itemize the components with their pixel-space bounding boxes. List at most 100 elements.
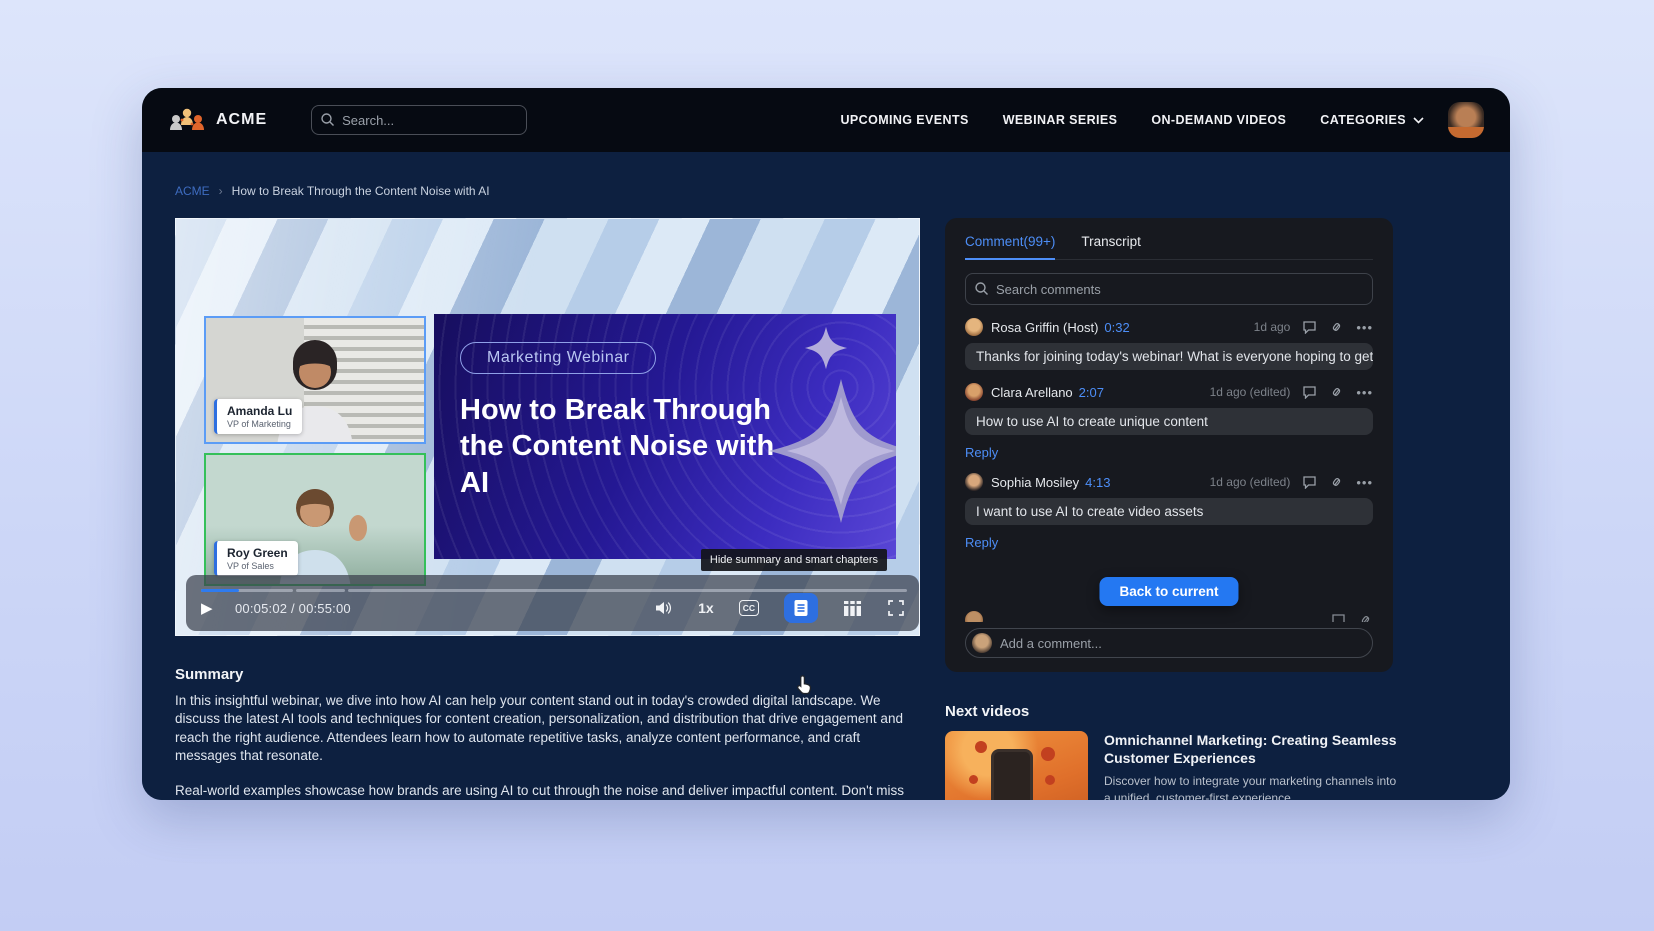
speaker-tile-roy: Roy Green VP of Sales	[204, 453, 426, 586]
reply-bubble-icon[interactable]	[1302, 385, 1317, 399]
tab-comments[interactable]: Comment(99+)	[965, 234, 1055, 260]
tab-transcript[interactable]: Transcript	[1081, 234, 1141, 259]
volume-icon[interactable]	[654, 600, 673, 616]
reply-bubble-icon[interactable]	[1302, 320, 1317, 334]
comment-text: Thanks for joining today's webinar! What…	[965, 343, 1373, 370]
playback-speed-button[interactable]: 1x	[698, 600, 714, 616]
copy-link-icon[interactable]	[1329, 475, 1344, 489]
comment-author: Rosa Griffin (Host)	[991, 320, 1098, 335]
comment-author: Clara Arellano	[991, 385, 1073, 400]
next-video-title[interactable]: Omnichannel Marketing: Creating Seamless…	[1104, 731, 1399, 767]
avatar	[965, 611, 983, 622]
avatar	[965, 383, 983, 401]
chapter-segment[interactable]	[201, 589, 293, 592]
next-video-thumbnail[interactable]	[945, 731, 1088, 800]
fullscreen-icon[interactable]	[887, 599, 905, 617]
search-icon	[320, 112, 335, 127]
reply-link[interactable]: Reply	[965, 445, 1373, 460]
user-avatar[interactable]	[1448, 102, 1484, 138]
comments-search	[965, 273, 1373, 305]
comment-age: 1d ago (edited)	[1210, 475, 1291, 489]
add-comment-input[interactable]	[965, 628, 1373, 658]
comments-panel: Comment(99+) Transcript Rosa Griffin (Ho	[945, 218, 1393, 672]
comment-video-timestamp[interactable]: 4:13	[1085, 475, 1110, 490]
star-decoration-small	[804, 326, 848, 370]
nav-link-on-demand-videos[interactable]: ON-DEMAND VIDEOS	[1151, 113, 1286, 127]
comments-search-input[interactable]	[965, 273, 1373, 305]
app-window: ACME UPCOMING EVENTS WEBINAR SERIES ON-D…	[142, 88, 1510, 800]
more-actions-icon[interactable]: •••	[1356, 320, 1373, 335]
breadcrumb-home-link[interactable]: ACME	[175, 184, 210, 198]
time-display: 00:05:02 / 00:55:00	[235, 601, 351, 616]
chapters-grid-icon[interactable]	[843, 600, 862, 617]
add-comment-box	[965, 628, 1373, 658]
more-actions-icon[interactable]: •••	[1356, 385, 1373, 400]
comment-video-timestamp[interactable]: 2:07	[1079, 385, 1104, 400]
speaker-tile-amanda: Amanda Lu VP of Marketing	[204, 316, 426, 444]
copy-link-icon[interactable]	[1329, 320, 1344, 334]
nav-link-categories-label: CATEGORIES	[1320, 113, 1406, 127]
more-actions-icon[interactable]: •••	[1356, 475, 1373, 490]
summary-paragraph-2: Real-world examples showcase how brands …	[175, 782, 925, 800]
speaker-name: Amanda Lu	[227, 404, 292, 418]
speaker-title: VP of Sales	[227, 561, 288, 571]
page-background: ACME UPCOMING EVENTS WEBINAR SERIES ON-D…	[0, 0, 1654, 931]
summary-toggle-tooltip: Hide summary and smart chapters	[701, 549, 887, 571]
slide-tag: Marketing Webinar	[460, 342, 656, 374]
star-decoration-large	[766, 376, 896, 526]
nav-link-webinar-series[interactable]: WEBINAR SERIES	[1003, 113, 1118, 127]
top-navbar: ACME UPCOMING EVENTS WEBINAR SERIES ON-D…	[142, 88, 1510, 152]
nav-links: UPCOMING EVENTS WEBINAR SERIES ON-DEMAND…	[840, 113, 1424, 127]
progress-bar[interactable]	[201, 589, 907, 592]
comment-video-timestamp[interactable]: 0:32	[1104, 320, 1129, 335]
comment-item: Clara Arellano 2:07 1d ago (edited) ••• …	[965, 383, 1373, 460]
summary-section: Summary In this insightful webinar, we d…	[175, 666, 925, 800]
nav-link-categories[interactable]: CATEGORIES	[1320, 113, 1424, 127]
comment-age: 1d ago (edited)	[1210, 385, 1291, 399]
reply-bubble-icon	[1331, 613, 1346, 622]
main-content: ACME › How to Break Through the Content …	[142, 152, 1510, 800]
comment-text: I want to use AI to create video assets	[965, 498, 1373, 525]
summary-heading: Summary	[175, 666, 925, 683]
summary-paragraph-1: In this insightful webinar, we dive into…	[175, 692, 925, 765]
video-control-bar: ▶ 00:05:02 / 00:55:00 1x CC	[186, 575, 919, 631]
speaker-name-tag: Roy Green VP of Sales	[214, 541, 298, 576]
breadcrumb-separator-icon: ›	[219, 184, 223, 198]
breadcrumb: ACME › How to Break Through the Content …	[175, 184, 490, 198]
speaker-title: VP of Marketing	[227, 419, 292, 429]
brand-name: ACME	[216, 111, 267, 129]
slide-title: How to Break Through the Content Noise w…	[460, 392, 790, 501]
copy-link-icon	[1358, 613, 1373, 622]
video-player[interactable]: Amanda Lu VP of Marketing Roy Green	[175, 218, 920, 636]
back-to-current-button[interactable]: Back to current	[1099, 577, 1238, 606]
comment-item: Sophia Mosiley 4:13 1d ago (edited) ••• …	[965, 473, 1373, 550]
controls-row: ▶ 00:05:02 / 00:55:00 1x CC	[201, 593, 905, 623]
next-video-card[interactable]: Omnichannel Marketing: Creating Seamless…	[945, 731, 1399, 800]
comment-text: How to use AI to create unique content	[965, 408, 1373, 435]
nav-search	[311, 105, 527, 135]
reply-link[interactable]: Reply	[965, 535, 1373, 550]
panel-tabs: Comment(99+) Transcript	[965, 234, 1373, 260]
search-input[interactable]	[311, 105, 527, 135]
progress-fill	[201, 589, 239, 592]
comment-author: Sophia Mosiley	[991, 475, 1079, 490]
next-videos-heading: Next videos	[945, 703, 1029, 720]
avatar	[965, 318, 983, 336]
nav-link-upcoming-events[interactable]: UPCOMING EVENTS	[840, 113, 968, 127]
summary-list-icon	[793, 599, 809, 617]
avatar	[965, 473, 983, 491]
play-button[interactable]: ▶	[201, 599, 223, 617]
search-icon	[974, 281, 989, 296]
summary-chapters-toggle-button[interactable]	[784, 593, 818, 623]
captions-button[interactable]: CC	[739, 600, 759, 616]
copy-link-icon[interactable]	[1329, 385, 1344, 399]
comment-item-partial	[965, 611, 1373, 622]
brand-logo[interactable]: ACME	[168, 106, 267, 134]
next-video-description: Discover how to integrate your marketing…	[1104, 773, 1399, 800]
chapter-segment[interactable]	[296, 589, 345, 592]
avatar	[972, 633, 992, 653]
acme-logo-icon	[168, 106, 206, 134]
chevron-down-icon	[1413, 117, 1424, 124]
chapter-segment[interactable]	[348, 589, 907, 592]
reply-bubble-icon[interactable]	[1302, 475, 1317, 489]
